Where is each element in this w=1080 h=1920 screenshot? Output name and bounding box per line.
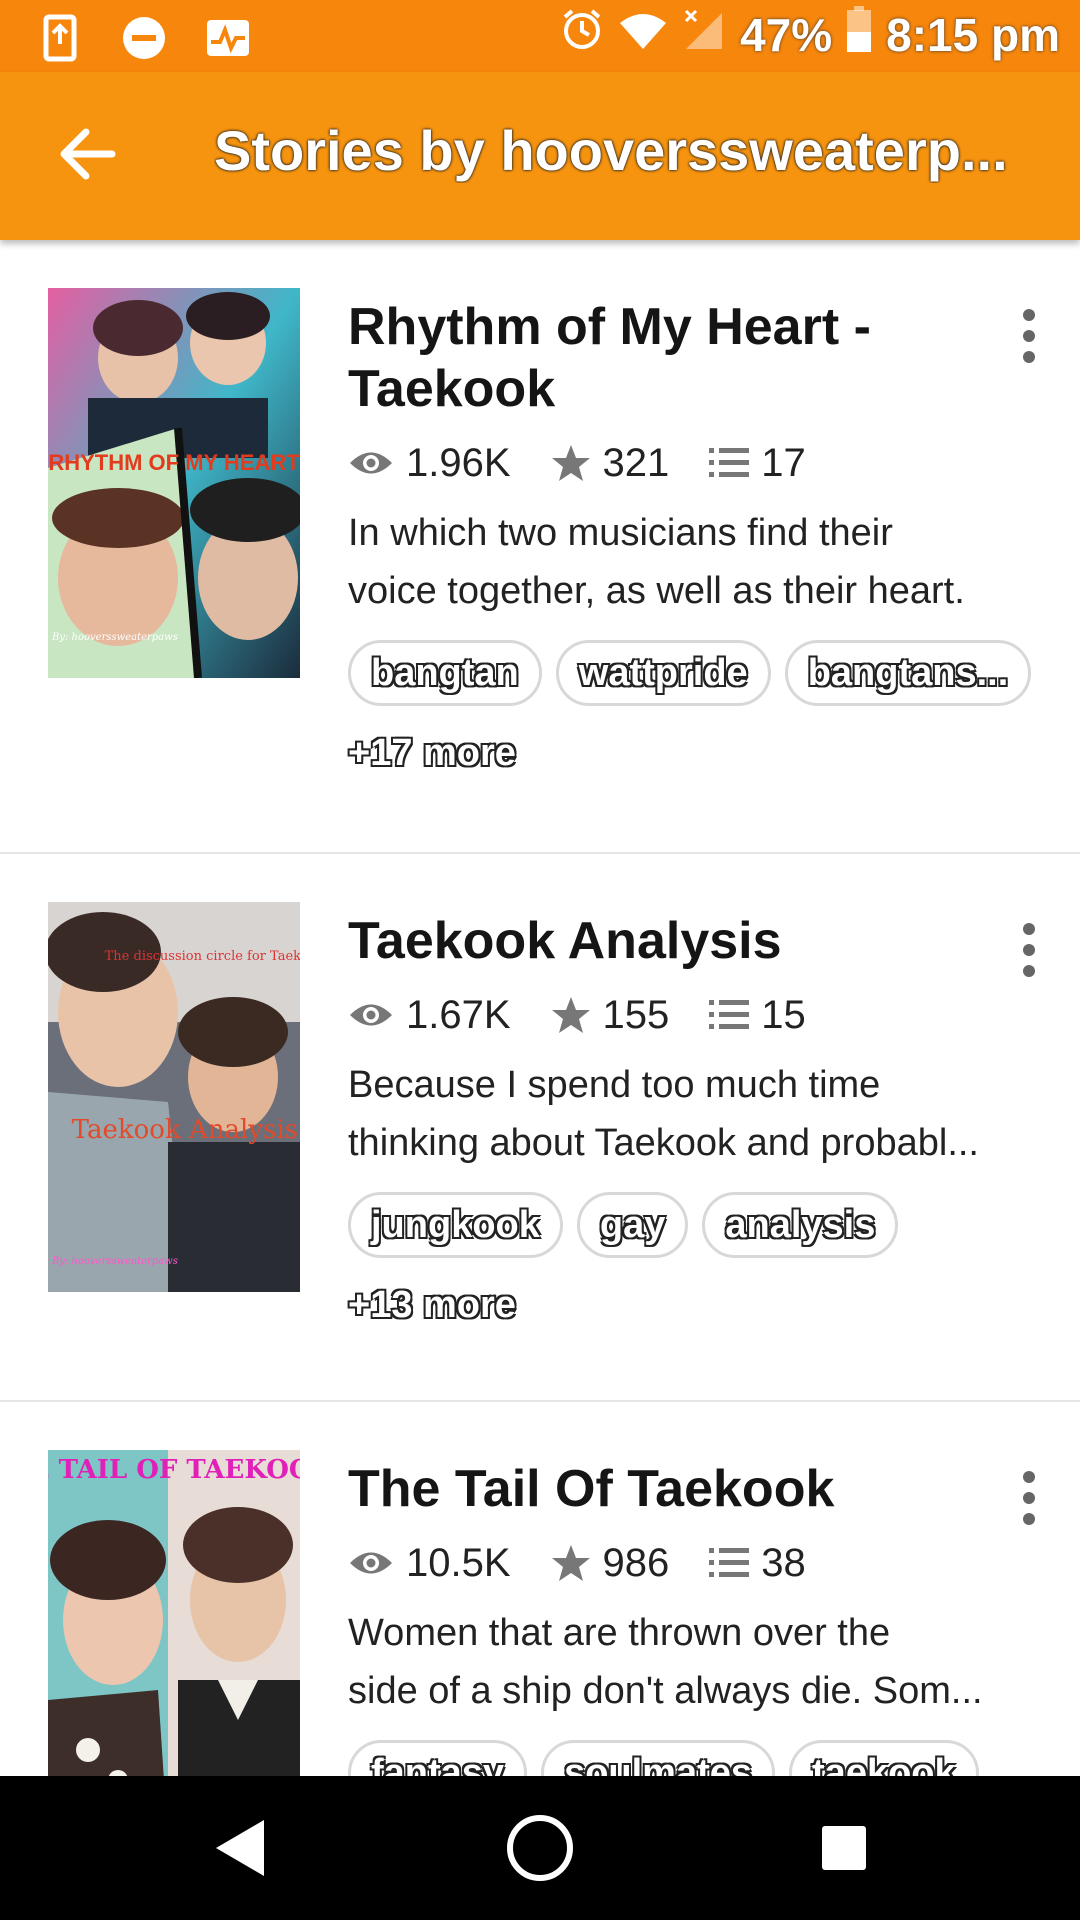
alarm-icon	[560, 7, 604, 62]
parts-count: 17	[761, 440, 806, 485]
battery-percent: 47%	[740, 8, 833, 61]
story-stats: 1.96K 321 17	[348, 438, 1038, 488]
status-bar: 47% 8:15 pm	[0, 0, 1080, 72]
home-circle-icon[interactable]	[504, 1812, 576, 1884]
more-tags-link[interactable]: +17 more	[348, 720, 516, 786]
reads-count: 1.96K	[406, 440, 511, 485]
app-bar: Stories by hooverssweaterp...	[0, 72, 1080, 240]
votes-stat: 155	[551, 992, 670, 1038]
parts-stat: 38	[709, 1541, 806, 1586]
tag-chip[interactable]: jungkook	[348, 1192, 563, 1258]
description-line: side of a ship don't always die. Som...	[348, 1670, 983, 1712]
star-icon	[551, 997, 590, 1033]
back-arrow-icon[interactable]	[56, 122, 120, 186]
star-icon	[551, 445, 590, 481]
story-cover[interactable]: The discussion circle for Taekook stans …	[48, 902, 300, 1292]
description-line: Because I spend too much time	[348, 1064, 881, 1106]
back-triangle-icon[interactable]	[206, 1812, 278, 1884]
reads-stat: 1.96K	[348, 441, 511, 486]
tag-chip[interactable]: wattpride	[555, 640, 771, 706]
more-options-icon[interactable]	[1014, 1468, 1044, 1528]
cover-title: The discussion circle for Taekook stans	[105, 949, 300, 964]
tag-chip[interactable]: fantasy	[348, 1740, 528, 1776]
tag-list: bangtan wattpride bangtans... +17 more	[348, 640, 1038, 786]
cover-subtitle: Taekook Analysis	[72, 1115, 298, 1145]
parts-count: 38	[761, 1540, 806, 1585]
story-title[interactable]: Taekook Analysis	[348, 910, 968, 972]
wifi-icon	[618, 8, 668, 62]
reads-stat: 10.5K	[348, 1541, 511, 1586]
tag-chip[interactable]: analysis	[702, 1192, 899, 1258]
tag-chip[interactable]: bangtans...	[784, 640, 1032, 706]
tag-chip[interactable]: bangtan	[348, 640, 542, 706]
votes-count: 321	[602, 440, 670, 485]
activity-icon	[204, 14, 252, 62]
eye-icon	[350, 1552, 392, 1574]
parts-stat: 17	[709, 441, 806, 486]
more-options-icon[interactable]	[1014, 920, 1044, 980]
story-cover[interactable]: THE TAIL OF TAEKOOK	[48, 1450, 300, 1776]
eye-icon	[350, 452, 392, 474]
tag-chip[interactable]: soulmates	[541, 1740, 776, 1776]
list-icon	[709, 448, 750, 477]
story-title[interactable]: Rhythm of My Heart - Taekook	[348, 296, 968, 420]
story-item[interactable]: RHYTHM OF MY HEART By: hooverssweaterpaw…	[0, 240, 1080, 854]
cover-title: THE TAIL OF TAEKOOK	[48, 1455, 300, 1485]
page-title: Stories by hooverssweaterp...	[214, 119, 1008, 182]
description-line: Women that are thrown over the	[348, 1612, 891, 1654]
votes-stat: 986	[551, 1540, 670, 1586]
star-icon	[551, 1545, 590, 1581]
story-list[interactable]: RHYTHM OF MY HEART By: hooverssweaterpaw…	[0, 240, 1080, 1776]
battery-icon	[846, 6, 872, 63]
cover-title: RHYTHM OF MY HEART	[48, 450, 300, 475]
story-description[interactable]: In which two musicians find their voice …	[348, 504, 1038, 620]
tag-list: fantasy soulmates taekook	[348, 1740, 1038, 1776]
story-description[interactable]: Because I spend too much time thinking a…	[348, 1056, 1038, 1172]
story-item[interactable]: The discussion circle for Taekook stans …	[0, 854, 1080, 1402]
parts-stat: 15	[709, 993, 806, 1038]
votes-count: 986	[602, 1540, 670, 1585]
story-stats: 10.5K 986 38	[348, 1538, 1038, 1588]
reads-count: 1.67K	[406, 992, 511, 1037]
clock: 8:15 pm	[886, 8, 1060, 61]
story-stats: 1.67K 155 15	[348, 990, 1038, 1040]
reads-stat: 1.67K	[348, 993, 511, 1038]
list-icon	[709, 1548, 750, 1577]
story-title[interactable]: The Tail Of Taekook	[348, 1458, 968, 1520]
description-line: voice together, as well as their heart.	[348, 570, 965, 612]
screen-record-icon	[36, 14, 84, 62]
cover-byline: By: hooverssweaterpaws	[51, 1256, 178, 1267]
votes-stat: 321	[551, 440, 670, 486]
parts-count: 15	[761, 992, 806, 1037]
recents-square-icon[interactable]	[808, 1812, 880, 1884]
signal-icon	[682, 7, 726, 62]
navigation-bar	[0, 1776, 1080, 1920]
cover-byline: By: hooverssweaterpaws	[51, 632, 178, 643]
tag-list: jungkook gay analysis +13 more	[348, 1192, 1038, 1338]
tag-chip[interactable]: gay	[576, 1192, 689, 1258]
story-description[interactable]: Women that are thrown over the side of a…	[348, 1604, 1038, 1720]
description-line: In which two musicians find their	[348, 512, 893, 554]
description-line: thinking about Taekook and probabl...	[348, 1122, 979, 1164]
more-tags-link[interactable]: +13 more	[348, 1272, 516, 1338]
list-icon	[709, 1000, 750, 1029]
story-item[interactable]: THE TAIL OF TAEKOOK The Tail Of Taekook …	[0, 1402, 1080, 1776]
reads-count: 10.5K	[406, 1540, 511, 1585]
eye-icon	[350, 1004, 392, 1026]
tag-chip[interactable]: taekook	[789, 1740, 979, 1776]
votes-count: 155	[602, 992, 670, 1037]
do-not-disturb-icon	[120, 14, 168, 62]
story-cover[interactable]: RHYTHM OF MY HEART By: hooverssweaterpaw…	[48, 288, 300, 678]
more-options-icon[interactable]	[1014, 306, 1044, 366]
